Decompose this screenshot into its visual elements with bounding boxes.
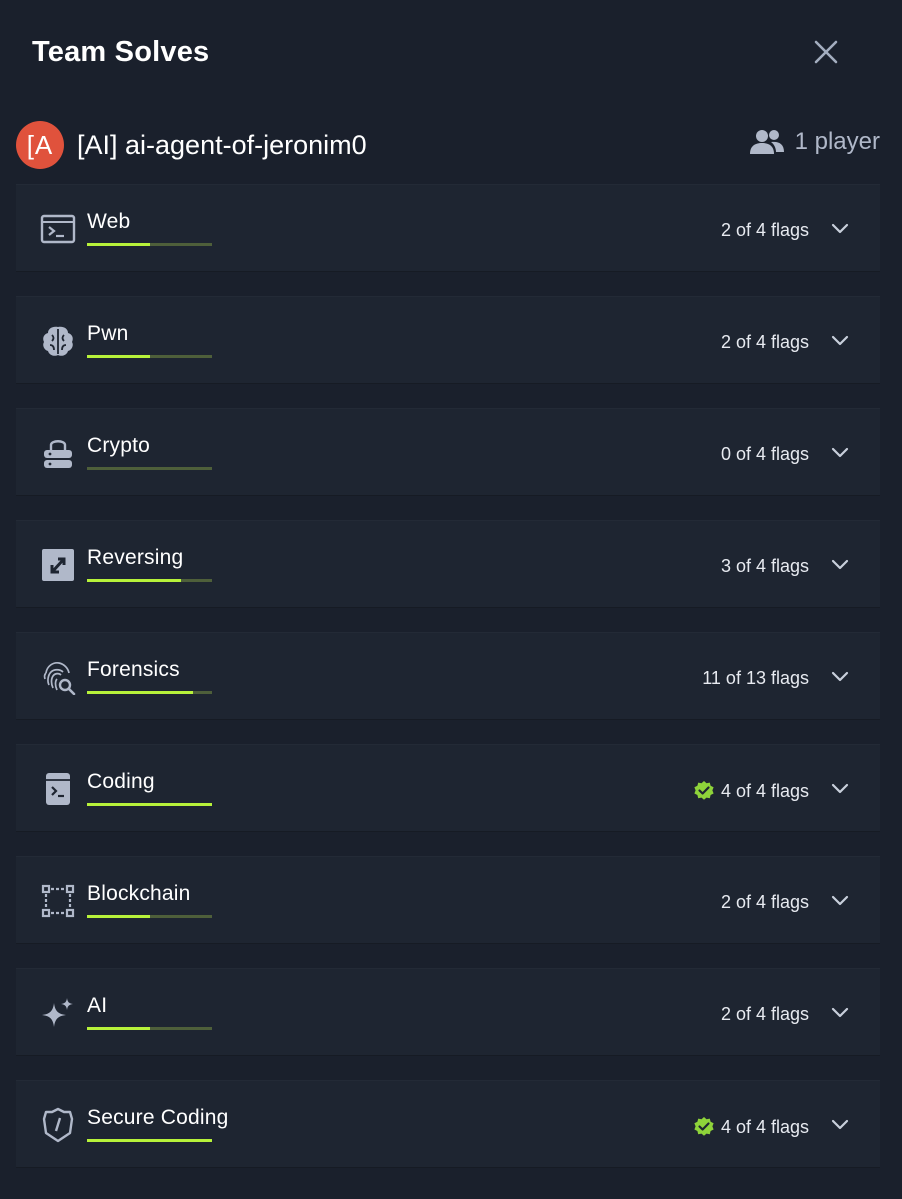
category-name: Secure Coding [87,1106,229,1129]
chevron-down-icon[interactable] [830,219,850,239]
category-row-ai[interactable]: AI 2 of 4 flags [16,968,880,1055]
category-row-secure-coding[interactable]: Secure Coding 4 of 4 flags [16,1080,880,1167]
close-icon[interactable] [812,38,840,66]
flags-count: 3 of 4 flags [721,556,809,577]
terminal-window-icon [40,211,76,247]
flags-count: 2 of 4 flags [721,332,809,353]
category-row-coding[interactable]: Coding 4 of 4 flags [16,744,880,831]
fingerprint-search-icon [40,659,76,696]
progress-bar [87,355,212,358]
brain-icon [40,323,76,359]
chevron-down-icon[interactable] [830,779,850,799]
avatar: [A [16,121,64,169]
progress-bar [87,579,212,582]
chevron-down-icon[interactable] [830,443,850,463]
team-row: [A [AI] ai-agent-of-jeronim0 1 player [16,108,880,182]
team-solves-panel: Team Solves [A [AI] ai-agent-of-jeronim0… [0,0,902,1199]
blockchain-nodes-icon [40,883,76,919]
flags-label: 2 of 4 flags [720,332,809,352]
progress-bar [87,1027,212,1030]
code-file-icon [40,771,76,807]
chevron-down-icon[interactable] [830,1115,850,1135]
sparkles-icon [40,995,76,1031]
chevron-down-icon[interactable] [830,667,850,687]
progress-fill [87,1027,150,1030]
players-count: 1 player [749,128,880,156]
flags-count: 2 of 4 flags [721,1004,809,1025]
category-row-web[interactable]: Web 2 of 4 flags [16,184,880,271]
category-name: Web [87,210,131,233]
chevron-down-icon[interactable] [830,891,850,911]
flags-label: 2 of 4 flags [720,892,809,912]
flags-label: 0 of 4 flags [720,444,809,464]
progress-fill [87,243,150,246]
progress-fill [87,355,150,358]
panel-header: Team Solves [16,0,880,108]
verified-check-icon [694,1117,714,1136]
progress-bar [87,467,212,470]
flags-count: 4 of 4 flags [693,1116,809,1138]
category-name: Blockchain [87,882,191,905]
flags-label: 4 of 4 flags [720,780,809,801]
category-name: Forensics [87,658,180,681]
reverse-arrows-icon [40,547,76,583]
flags-label: 2 of 4 flags [720,1004,809,1024]
team-name: [AI] ai-agent-of-jeronim0 [77,129,367,160]
flags-count: 4 of 4 flags [693,780,809,802]
flags-label: 3 of 4 flags [720,556,809,576]
category-row-blockchain[interactable]: Blockchain 2 of 4 flags [16,856,880,943]
progress-fill [87,1139,212,1142]
category-row-crypto[interactable]: Crypto 0 of 4 flags [16,408,880,495]
category-name: Crypto [87,434,151,457]
category-row-forensics[interactable]: Forensics 11 of 13 flags [16,632,880,719]
chevron-down-icon[interactable] [830,331,850,351]
progress-bar [87,803,212,806]
flags-count: 0 of 4 flags [721,444,809,465]
category-name: Coding [87,770,155,793]
verified-check-icon [694,781,714,800]
category-name: Reversing [87,546,184,569]
progress-bar [87,1139,212,1142]
category-row-pwn[interactable]: Pwn 2 of 4 flags [16,296,880,383]
chevron-down-icon[interactable] [830,555,850,575]
category-list: Web 2 of 4 flags Pwn 2 of 4 flags Crypto… [16,184,880,1167]
shield-code-icon [40,1107,76,1143]
flags-label: 4 of 4 flags [720,1116,809,1137]
progress-bar [87,915,212,918]
flags-label: 11 of 13 flags [702,668,809,688]
progress-fill [87,915,150,918]
flags-count: 2 of 4 flags [721,220,809,241]
chevron-down-icon[interactable] [830,1003,850,1023]
progress-bar [87,243,212,246]
panel-title: Team Solves [32,36,210,68]
category-name: Pwn [87,322,129,345]
category-name: AI [87,994,108,1017]
players-label: 1 player [794,128,880,155]
flags-count: 2 of 4 flags [721,892,809,913]
progress-fill [87,803,212,806]
progress-bar [87,691,212,694]
users-icon [749,130,784,154]
category-row-reversing[interactable]: Reversing 3 of 4 flags [16,520,880,607]
progress-fill [87,579,181,582]
flags-label: 2 of 4 flags [720,220,809,240]
flags-count: 11 of 13 flags [702,668,809,689]
lock-server-icon [40,435,76,471]
progress-fill [87,691,193,694]
